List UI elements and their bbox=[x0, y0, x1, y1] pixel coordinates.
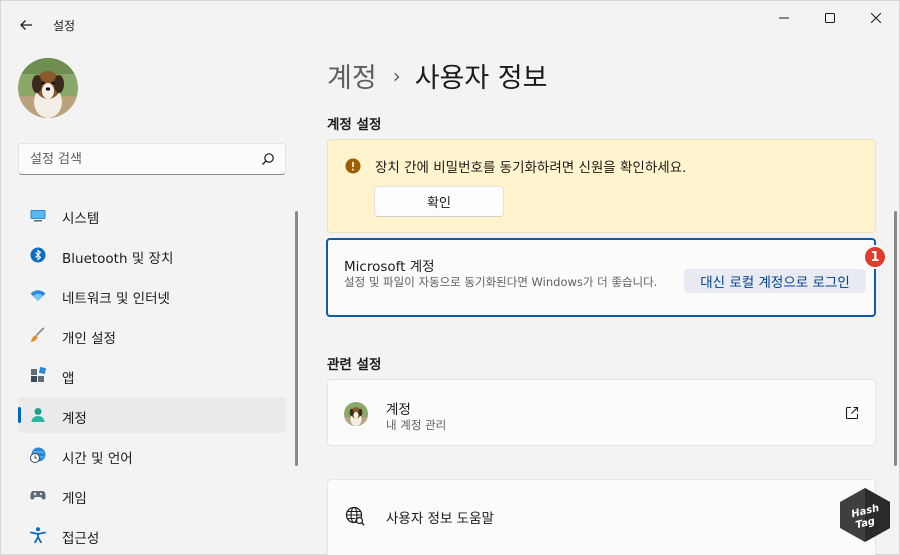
microsoft-account-title: Microsoft 계정 bbox=[344, 259, 435, 275]
person-icon bbox=[31, 408, 45, 422]
globe-search-icon bbox=[345, 506, 365, 526]
accounts-link-subtitle: 내 계정 관리 bbox=[386, 418, 447, 432]
settings-window: 설정 설정 검색 시스템 Bluetooth 및 장치 네트워크 및 인터넷 개… bbox=[0, 0, 900, 555]
search-box bbox=[18, 143, 286, 175]
brush-icon bbox=[31, 327, 45, 342]
dog-photo-icon bbox=[18, 58, 78, 118]
section-heading-account-settings: 계정 설정 bbox=[327, 117, 382, 133]
sidebar-item-label: Bluetooth 및 장치 bbox=[62, 251, 174, 267]
dog-photo-icon bbox=[344, 402, 368, 426]
warning-text: 장치 간에 비밀번호를 동기화하려면 신원을 확인하세요. bbox=[375, 160, 687, 176]
sidebar-nav: 시스템 Bluetooth 및 장치 네트워크 및 인터넷 개인 설정 앱 계정… bbox=[18, 197, 286, 555]
sidebar-item-label: 시스템 bbox=[62, 211, 100, 227]
search-icon[interactable] bbox=[261, 152, 275, 166]
sidebar-item-label: 접근성 bbox=[62, 531, 100, 547]
microsoft-account-description: 설정 및 파일이 자동으로 동기화된다면 Windows가 더 좋습니다. bbox=[344, 275, 658, 289]
gamepad-icon bbox=[30, 491, 46, 500]
maximize-icon bbox=[825, 13, 835, 23]
clock-globe-icon bbox=[30, 447, 46, 463]
search-input[interactable] bbox=[19, 144, 255, 174]
accounts-link-row[interactable]: 계정 내 계정 관리 bbox=[327, 379, 876, 446]
breadcrumb: 계정 › 사용자 정보 bbox=[327, 56, 547, 95]
close-button[interactable] bbox=[853, 1, 899, 35]
back-arrow-icon bbox=[20, 20, 32, 30]
page-title: 사용자 정보 bbox=[414, 63, 548, 94]
sidebar-item-time-language[interactable]: 시간 및 언어 bbox=[18, 437, 286, 473]
sidebar-item-label: 시간 및 언어 bbox=[62, 451, 133, 467]
sidebar-item-label: 네트워크 및 인터넷 bbox=[62, 291, 170, 307]
warning-banner: 장치 간에 비밀번호를 동기화하려면 신원을 확인하세요. 확인 bbox=[327, 139, 876, 233]
minimize-button[interactable] bbox=[761, 1, 807, 35]
section-heading-related-settings: 관련 설정 bbox=[327, 357, 382, 373]
accessibility-icon bbox=[30, 527, 46, 543]
bluetooth-icon bbox=[30, 247, 46, 263]
sidebar-item-label: 계정 bbox=[62, 411, 87, 427]
breadcrumb-parent[interactable]: 계정 bbox=[327, 56, 377, 95]
maximize-button[interactable] bbox=[807, 1, 853, 35]
verify-button[interactable]: 확인 bbox=[374, 186, 504, 217]
sidebar-item-label: 앱 bbox=[62, 371, 75, 387]
sidebar-item-accessibility[interactable]: 접근성 bbox=[18, 517, 286, 553]
minimize-icon bbox=[779, 17, 789, 19]
back-button[interactable] bbox=[11, 11, 41, 39]
sidebar-item-label: 게임 bbox=[62, 491, 87, 507]
external-link-icon bbox=[845, 406, 859, 420]
sidebar-item-network[interactable]: 네트워크 및 인터넷 bbox=[18, 277, 286, 313]
avatar bbox=[344, 402, 368, 426]
wifi-icon bbox=[30, 290, 46, 301]
sidebar-item-label: 개인 설정 bbox=[62, 331, 116, 347]
sidebar-item-apps[interactable]: 앱 bbox=[18, 357, 286, 393]
microsoft-account-card: Microsoft 계정 설정 및 파일이 자동으로 동기화된다면 Window… bbox=[326, 238, 876, 317]
user-avatar[interactable] bbox=[18, 58, 78, 118]
sidebar-item-system[interactable]: 시스템 bbox=[18, 197, 286, 233]
monitor-icon bbox=[30, 210, 46, 222]
close-icon bbox=[871, 13, 881, 23]
sidebar-item-accounts[interactable]: 계정 bbox=[18, 397, 286, 433]
help-row-title: 사용자 정보 도움말 bbox=[386, 511, 494, 527]
accounts-link-title: 계정 bbox=[386, 402, 411, 418]
breadcrumb-separator: › bbox=[392, 63, 401, 88]
sidebar-scrollbar[interactable] bbox=[295, 211, 298, 466]
local-account-login-button[interactable]: 대신 로컬 계정으로 로그인 bbox=[684, 269, 866, 293]
warning-icon bbox=[345, 158, 361, 174]
apps-icon bbox=[31, 367, 46, 382]
help-row[interactable]: 사용자 정보 도움말 bbox=[327, 479, 876, 555]
sidebar-item-personalization[interactable]: 개인 설정 bbox=[18, 317, 286, 353]
main-scrollbar[interactable] bbox=[894, 211, 897, 466]
app-title: 설정 bbox=[53, 19, 76, 33]
sidebar-item-gaming[interactable]: 게임 bbox=[18, 477, 286, 513]
title-bar: 설정 bbox=[1, 1, 900, 47]
hashtag-watermark-logo: Hash Tag bbox=[840, 488, 890, 542]
step-number-badge: 1 bbox=[863, 245, 887, 269]
sidebar-item-bluetooth[interactable]: Bluetooth 및 장치 bbox=[18, 237, 286, 273]
